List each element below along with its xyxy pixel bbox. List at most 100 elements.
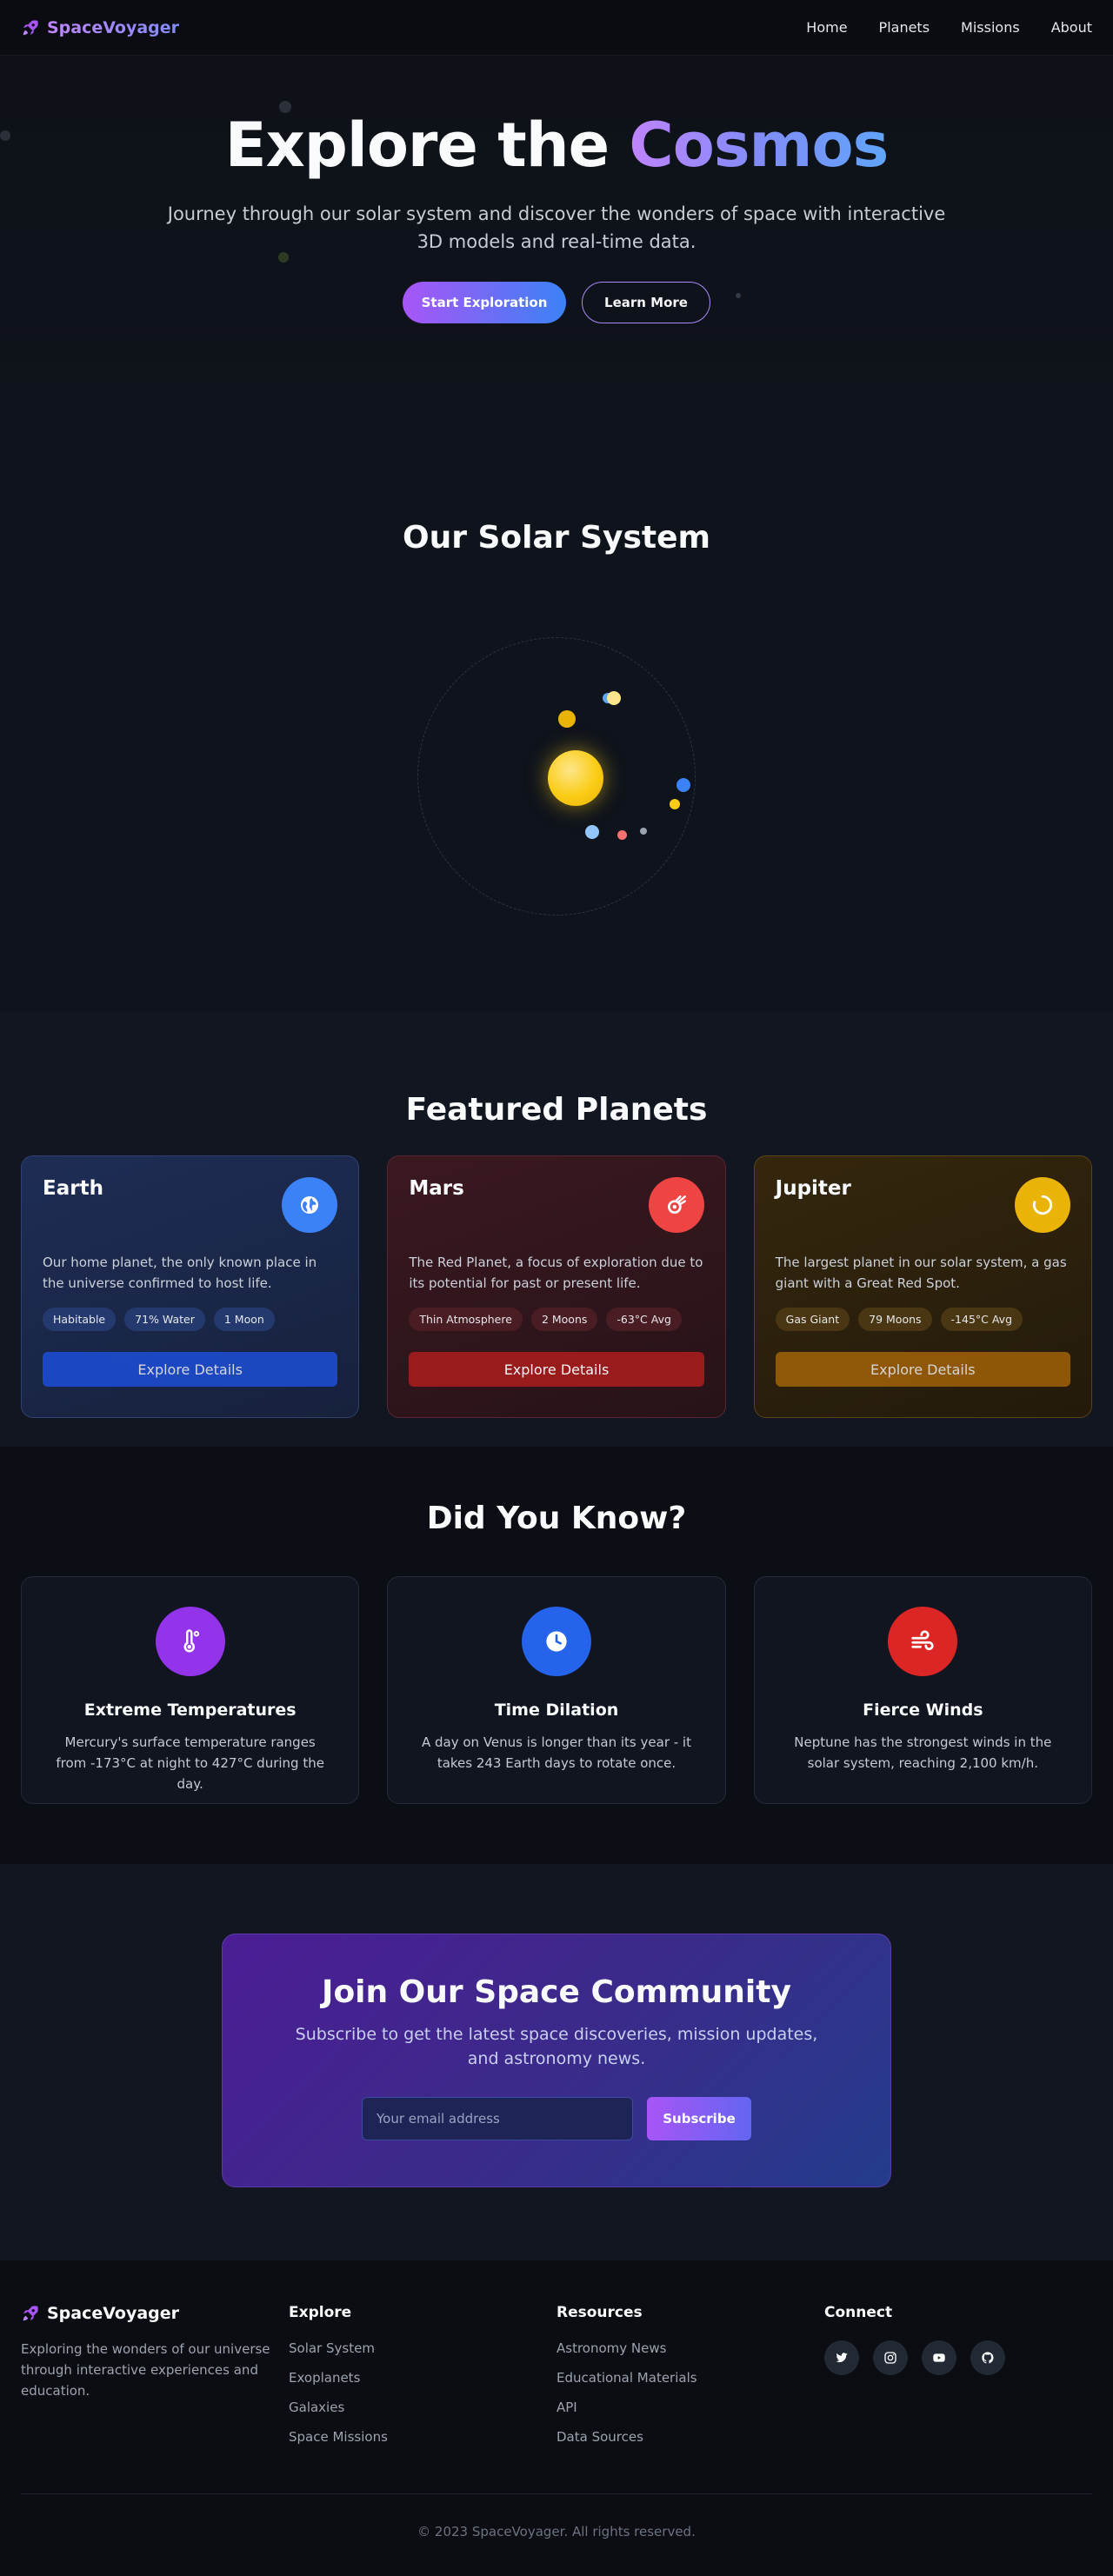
footer-link[interactable]: Educational Materials [556, 2370, 824, 2386]
fact-card: Extreme Temperatures Mercury's surface t… [21, 1576, 360, 1804]
hero-title: Explore the Cosmos [0, 110, 1113, 181]
subscribe-button[interactable]: Subscribe [647, 2097, 751, 2140]
facts-title: Did You Know? [426, 1501, 687, 1536]
explore-details-button[interactable]: Explore Details [775, 1352, 1070, 1387]
featured-planets-title: Featured Planets [405, 1092, 708, 1128]
planet-dot[interactable] [617, 830, 627, 840]
navbar: SpaceVoyager Home Planets Missions About [0, 0, 1113, 56]
social-links [824, 2340, 1092, 2375]
explore-details-button[interactable]: Explore Details [409, 1352, 704, 1387]
star-decoration [278, 252, 289, 263]
footer-about-text: Exploring the wonders of our universe th… [21, 2341, 270, 2399]
sun[interactable] [548, 750, 603, 806]
fact-text: Mercury's surface temperature ranges fro… [56, 1734, 324, 1792]
fact-text: A day on Venus is longer than its year -… [421, 1734, 691, 1771]
fact-card: Fierce Winds Neptune has the strongest w… [753, 1576, 1092, 1804]
footer-connect-title: Connect [824, 2304, 893, 2321]
planet-tag: 71% Water [124, 1308, 205, 1331]
footer-link[interactable]: Galaxies [289, 2400, 556, 2415]
featured-planets-section: Featured Planets Earth Our home planet, … [0, 1012, 1113, 1447]
footer-brand[interactable]: SpaceVoyager [21, 2304, 289, 2323]
email-input[interactable] [362, 2097, 633, 2140]
planet-dot[interactable] [670, 799, 680, 809]
thermometer-icon [155, 1607, 225, 1676]
rocket-icon [23, 19, 38, 35]
wind-icon [888, 1607, 958, 1676]
hero-subtitle: Journey through our solar system and dis… [167, 203, 946, 252]
footer-resources-title: Resources [556, 2304, 643, 2321]
planet-tags: Gas Giant 79 Moons -145°C Avg [775, 1308, 1070, 1331]
subscribe-form: Subscribe [223, 2097, 890, 2140]
footer-link[interactable]: Exoplanets [289, 2370, 556, 2386]
footer-explore-title: Explore [289, 2304, 352, 2321]
planet-dot[interactable] [585, 825, 599, 839]
footer-connect: Connect [824, 2304, 1092, 2459]
instagram-icon[interactable] [873, 2340, 908, 2375]
planet-tags: Habitable 71% Water 1 Moon [43, 1308, 337, 1331]
planet-dot[interactable] [558, 710, 576, 728]
brand-logo[interactable]: SpaceVoyager [21, 18, 179, 37]
subscribe-box: Join Our Space Community Subscribe to ge… [222, 1934, 891, 2187]
twitter-icon[interactable] [824, 2340, 859, 2375]
footer-link[interactable]: Solar System [289, 2340, 556, 2356]
nav-links: Home Planets Missions About [806, 19, 1092, 36]
planet-dot[interactable] [676, 778, 690, 792]
planet-dot[interactable] [640, 828, 647, 835]
planet-card-earth: Earth Our home planet, the only known pl… [21, 1155, 360, 1418]
nav-link-about[interactable]: About [1051, 19, 1092, 36]
planet-card-jupiter: Jupiter The largest planet in our solar … [753, 1155, 1092, 1418]
youtube-icon[interactable] [922, 2340, 956, 2375]
footer-brand-name: SpaceVoyager [47, 2304, 180, 2323]
hero-section: Explore the Cosmos Journey through our s… [0, 56, 1113, 421]
meteor-icon [648, 1177, 704, 1233]
learn-more-button[interactable]: Learn More [582, 282, 710, 323]
community-section: Join Our Space Community Subscribe to ge… [0, 1864, 1113, 2260]
fact-card: Time Dilation A day on Venus is longer t… [387, 1576, 726, 1804]
start-exploration-button[interactable]: Start Exploration [403, 282, 566, 323]
fact-title: Time Dilation [494, 1701, 619, 1720]
planet-tag: 79 Moons [858, 1308, 932, 1331]
planet-dot[interactable] [607, 691, 621, 705]
hero-title-plain: Explore the [224, 110, 630, 181]
star-decoration [0, 130, 10, 141]
footer-resources: Resources Astronomy News Educational Mat… [556, 2304, 824, 2459]
fact-title: Fierce Winds [863, 1701, 983, 1720]
footer-link[interactable]: Data Sources [556, 2429, 824, 2445]
clock-icon [521, 1607, 591, 1676]
planet-tag: -145°C Avg [940, 1308, 1023, 1331]
hero-title-accent: Cosmos [629, 110, 889, 181]
facts-section: Did You Know? Extreme Temperatures Mercu… [0, 1447, 1113, 1864]
planet-tag: -63°C Avg [606, 1308, 682, 1331]
footer-link[interactable]: Astronomy News [556, 2340, 824, 2356]
explore-details-button[interactable]: Explore Details [43, 1352, 338, 1387]
ring-icon [1014, 1177, 1070, 1233]
community-title: Join Our Space Community [322, 1974, 791, 2010]
github-icon[interactable] [970, 2340, 1005, 2375]
solar-system-section: Our Solar System [0, 421, 1113, 1012]
copyright: © 2023 SpaceVoyager. All rights reserved… [21, 2493, 1092, 2539]
fact-title: Extreme Temperatures [83, 1701, 297, 1720]
fact-cards: Extreme Temperatures Mercury's surface t… [0, 1576, 1113, 1804]
planet-description: The largest planet in our solar system, … [775, 1255, 1067, 1291]
rocket-icon [23, 2306, 38, 2321]
globe-icon [282, 1177, 338, 1233]
planet-cards: Earth Our home planet, the only known pl… [0, 1155, 1113, 1418]
community-subtitle: Subscribe to get the latest space discov… [295, 2025, 818, 2068]
planet-tags: Thin Atmosphere 2 Moons -63°C Avg [409, 1308, 703, 1331]
nav-link-missions[interactable]: Missions [961, 19, 1020, 36]
nav-link-planets[interactable]: Planets [879, 19, 930, 36]
planet-tag: Thin Atmosphere [409, 1308, 523, 1331]
brand-name: SpaceVoyager [47, 17, 180, 37]
nav-link-home[interactable]: Home [806, 19, 847, 36]
planet-tag: Gas Giant [775, 1308, 850, 1331]
solar-system-model[interactable] [417, 637, 696, 915]
footer-link[interactable]: Space Missions [289, 2429, 556, 2445]
footer-about: SpaceVoyager Exploring the wonders of ou… [21, 2304, 289, 2459]
hero-buttons: Start Exploration Learn More [0, 282, 1113, 323]
planet-tag: Habitable [43, 1308, 117, 1331]
solar-system-title: Our Solar System [402, 520, 711, 556]
footer: SpaceVoyager Exploring the wonders of ou… [0, 2260, 1113, 2576]
star-decoration [279, 101, 291, 113]
footer-link[interactable]: API [556, 2400, 824, 2415]
planet-description: The Red Planet, a focus of exploration d… [409, 1255, 703, 1291]
